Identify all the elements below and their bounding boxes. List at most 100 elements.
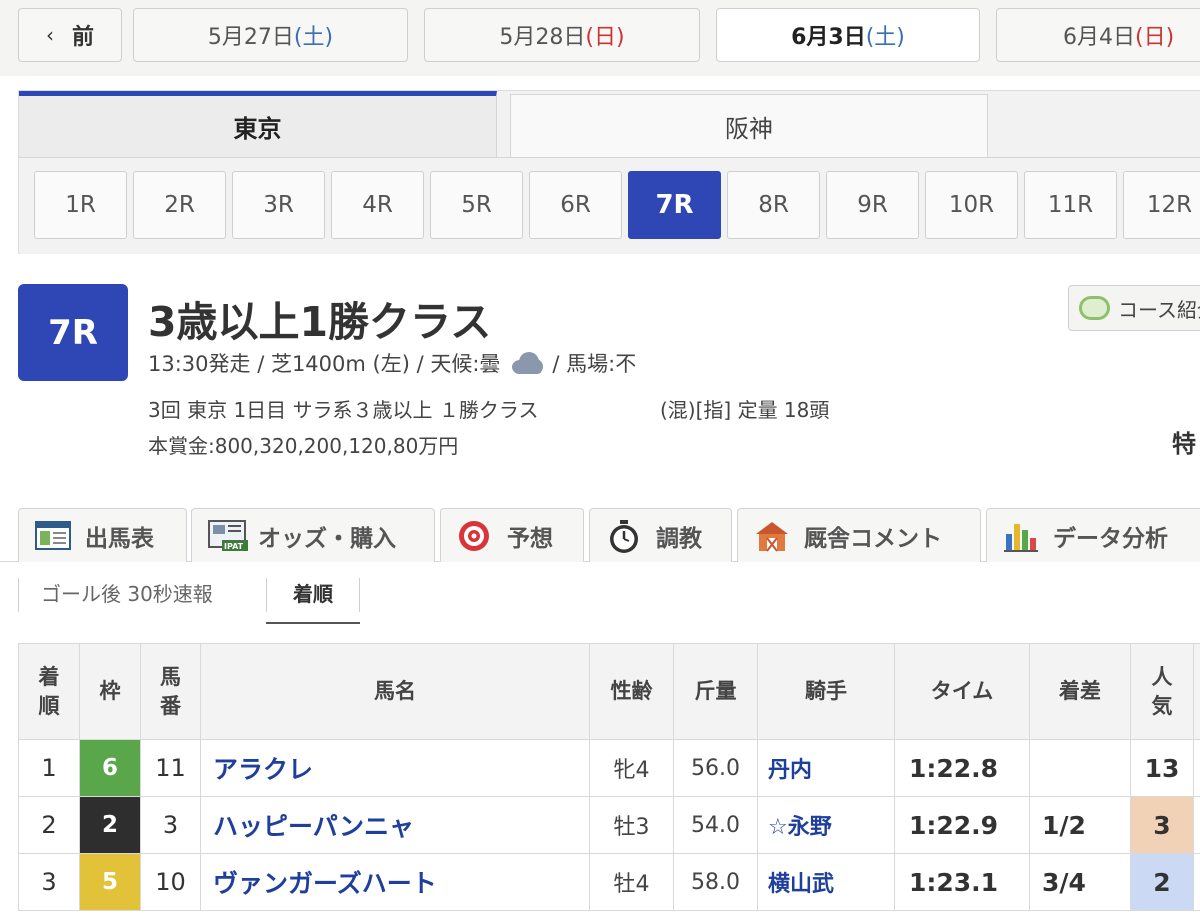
horse-number-cell: 3 — [140, 796, 201, 854]
weight-cell: 56.0 — [673, 739, 758, 797]
results-table: 着 順 枠 馬 番 馬名 性齢 斤量 騎手 タイム 着差 人 気 1 6 11 … — [18, 643, 1200, 911]
waku-cell: 6 — [79, 739, 141, 797]
header-time: タイム — [894, 643, 1030, 740]
rank-cell: 1 — [18, 739, 80, 797]
tab-stable-comment[interactable]: 厩舎コメント — [737, 508, 981, 562]
jockey-link[interactable]: 丹内 — [757, 739, 895, 797]
tab-prediction[interactable]: 予想 — [440, 508, 584, 562]
race-title: 3歳以上1勝クラス — [148, 298, 492, 346]
margin-cell: 3/4 — [1029, 853, 1131, 911]
weight-cell: 54.0 — [673, 796, 758, 854]
day-label: (土) — [293, 25, 334, 50]
tab-data-analysis[interactable]: データ分析 — [986, 508, 1200, 562]
extra-cell — [1193, 796, 1200, 854]
table-row: 3 5 10 ヴァンガーズハート 牡4 58.0 横山武 1:23.1 3/4 … — [18, 853, 1200, 911]
date-button-0603[interactable]: 6月3日 (土) — [716, 8, 980, 62]
venue-tabs: 東京 阪神 1R 2R 3R 4R 5R 6R 7R 8R 9R 10R 11R… — [18, 90, 1200, 254]
waku-cell: 2 — [79, 796, 141, 854]
horse-name-link[interactable]: ヴァンガーズハート — [200, 853, 590, 911]
time-cell: 1:22.9 — [894, 796, 1030, 854]
header-horse-number: 馬 番 — [140, 643, 201, 740]
active-tab-underline — [266, 622, 360, 624]
sex-age-cell: 牝4 — [589, 739, 674, 797]
race-button-8r[interactable]: 8R — [727, 171, 820, 239]
tab-training[interactable]: 調教 — [589, 508, 732, 562]
track-condition-text: / 馬場:不 — [552, 352, 637, 376]
prize-money: 本賞金:800,320,200,120,80万円 — [148, 434, 459, 458]
race-button-1r[interactable]: 1R — [34, 171, 127, 239]
tab-venue-tokyo[interactable]: 東京 — [19, 91, 497, 157]
race-button-12r[interactable]: 12R — [1123, 171, 1200, 239]
rank-cell: 2 — [18, 796, 80, 854]
race-detail-text: 3回 東京 1日目 サラ系３歳以上 １勝クラス — [148, 398, 539, 422]
day-label: (日) — [1135, 25, 1175, 50]
margin-cell: 1/2 — [1029, 796, 1131, 854]
tab-odds[interactable]: IPAT オッズ・購入 — [191, 508, 435, 562]
tab-quick-report[interactable]: ゴール後 30秒速報 — [18, 578, 266, 612]
tab-label: オッズ・購入 — [258, 525, 396, 552]
horse-number-cell: 10 — [140, 853, 201, 911]
date-label: 6月3日 — [791, 25, 866, 50]
race-button-10r[interactable]: 10R — [925, 171, 1018, 239]
jockey-link[interactable]: 横山武 — [757, 853, 895, 911]
course-intro-label: コース紹介 — [1118, 297, 1200, 322]
race-button-11r[interactable]: 11R — [1024, 171, 1117, 239]
tab-finishing-order[interactable]: 着順 — [266, 578, 360, 612]
margin-cell — [1029, 739, 1131, 797]
cloud-icon — [508, 350, 544, 376]
date-button-0604[interactable]: 6月4日 (日) — [996, 8, 1200, 62]
date-button-0527[interactable]: 5月27日 (土) — [133, 8, 408, 62]
tab-venue-hanshin[interactable]: 阪神 — [510, 94, 988, 158]
prev-date-button[interactable]: ‹ 前 — [18, 8, 122, 62]
date-button-0528[interactable]: 5月28日 (日) — [424, 8, 700, 62]
sex-age-cell: 牡3 — [589, 796, 674, 854]
header-horse-name: 馬名 — [200, 643, 590, 740]
special-label[interactable]: 特 — [1172, 424, 1196, 459]
header-waku: 枠 — [79, 643, 141, 740]
tab-label: 調教 — [656, 525, 702, 552]
rank-cell: 3 — [18, 853, 80, 911]
track-icon — [1079, 296, 1110, 320]
stopwatch-icon — [606, 519, 642, 553]
race-conditions: 13:30発走 / 芝1400m (左) / 天候:曇 / 馬場:不 — [148, 348, 636, 378]
race-button-7r[interactable]: 7R — [628, 171, 721, 239]
popularity-cell: 13 — [1130, 739, 1194, 797]
race-button-3r[interactable]: 3R — [232, 171, 325, 239]
course-intro-button[interactable]: コース紹介 — [1068, 285, 1200, 331]
ipat-icon: IPAT — [208, 519, 248, 552]
race-button-6r[interactable]: 6R — [529, 171, 622, 239]
bar-chart-icon — [1003, 520, 1039, 552]
function-tabs: 出馬表 IPAT オッズ・購入 予想 調教 厩舎コメント データ分析 — [0, 508, 1200, 562]
target-icon — [457, 520, 493, 552]
weight-cell: 58.0 — [673, 853, 758, 911]
race-button-5r[interactable]: 5R — [430, 171, 523, 239]
day-label: (日) — [585, 25, 625, 50]
card-icon — [35, 520, 71, 552]
race-button-9r[interactable]: 9R — [826, 171, 919, 239]
table-header-row: 着 順 枠 馬 番 馬名 性齢 斤量 騎手 タイム 着差 人 気 — [18, 643, 1200, 740]
jockey-link[interactable]: ☆永野 — [757, 796, 895, 854]
header-rank: 着 順 — [18, 643, 80, 740]
date-label: 5月28日 — [499, 25, 586, 50]
tab-label: 出馬表 — [85, 525, 154, 552]
header-popularity: 人 気 — [1130, 643, 1194, 740]
popularity-cell: 2 — [1130, 853, 1194, 911]
day-label: (土) — [865, 25, 905, 50]
horse-name-link[interactable]: アラクレ — [200, 739, 590, 797]
race-button-4r[interactable]: 4R — [331, 171, 424, 239]
race-detail: 3回 東京 1日目 サラ系３歳以上 １勝クラス (混)[指] 定量 18頭 — [148, 394, 829, 423]
time-cell: 1:23.1 — [894, 853, 1030, 911]
horse-number-cell: 11 — [140, 739, 201, 797]
time-cell: 1:22.8 — [894, 739, 1030, 797]
date-label: 6月4日 — [1063, 25, 1135, 50]
horse-name-link[interactable]: ハッピーパンニャ — [200, 796, 590, 854]
tab-label: 厩舎コメント — [804, 525, 942, 552]
svg-text:IPAT: IPAT — [224, 542, 244, 551]
extra-cell — [1193, 739, 1200, 797]
tab-entries[interactable]: 出馬表 — [18, 508, 187, 562]
date-label: 5月27日 — [207, 25, 294, 50]
race-button-2r[interactable]: 2R — [133, 171, 226, 239]
chevron-left-icon: ‹ — [45, 23, 54, 47]
stable-icon — [754, 520, 790, 552]
tab-label: 予想 — [507, 525, 553, 552]
